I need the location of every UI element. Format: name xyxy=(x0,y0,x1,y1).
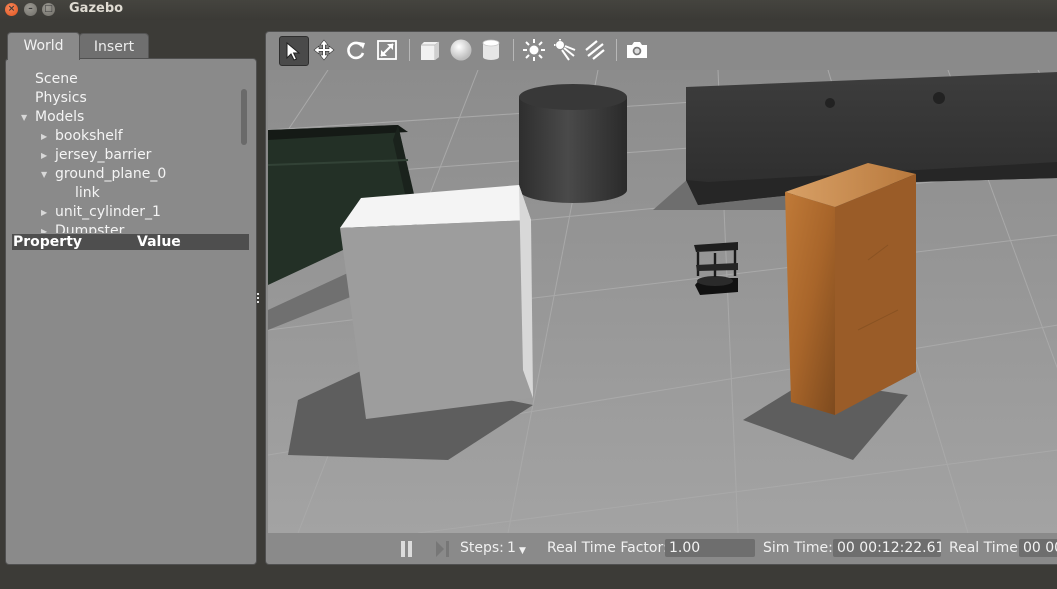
tree-item-physics[interactable]: Physics xyxy=(35,89,87,108)
toolbar xyxy=(266,32,1057,69)
pause-icon[interactable] xyxy=(400,541,414,557)
real-time-factor-label: Real Time Factor: xyxy=(547,540,668,556)
tree-scrollbar[interactable] xyxy=(241,89,247,145)
scene-render[interactable] xyxy=(267,69,1057,534)
expand-right-icon[interactable]: ▶ xyxy=(41,222,47,233)
model-tree: Scene Physics ▼ Models ▶ bookshelf ▶ jer… xyxy=(6,65,242,233)
expand-down-icon[interactable]: ▼ xyxy=(21,108,27,127)
toolbar-separator xyxy=(616,39,617,61)
unit-box-model[interactable] xyxy=(340,185,533,419)
insert-directional-light-button[interactable] xyxy=(581,36,609,64)
insert-box-button[interactable] xyxy=(416,36,444,64)
select-mode-button[interactable] xyxy=(279,36,309,66)
insert-sphere-button[interactable] xyxy=(447,36,475,64)
real-time-label: Real Time: xyxy=(949,540,1023,556)
3d-viewport[interactable] xyxy=(267,69,1057,534)
title-bar: × – □ Gazebo xyxy=(0,0,1057,20)
box-icon xyxy=(421,41,440,60)
real-time-factor-value: 1.00 xyxy=(665,539,755,557)
close-icon: × xyxy=(7,4,16,14)
cylinder-icon xyxy=(482,39,500,60)
tree-item-bookshelf[interactable]: bookshelf xyxy=(55,127,123,146)
expand-right-icon[interactable]: ▶ xyxy=(41,203,47,222)
value-column-header: Value xyxy=(137,234,181,250)
steps-value[interactable]: 1 xyxy=(507,540,516,557)
tree-item-scene[interactable]: Scene xyxy=(35,70,78,89)
tree-item-ground-plane[interactable]: ground_plane_0 xyxy=(55,165,166,184)
unit-cylinder-model[interactable] xyxy=(519,84,627,203)
tree-item-unit-cylinder[interactable]: unit_cylinder_1 xyxy=(55,203,161,222)
tab-insert[interactable]: Insert xyxy=(79,33,149,59)
translate-mode-button[interactable] xyxy=(310,36,338,64)
maximize-icon: □ xyxy=(44,4,53,14)
tab-world[interactable]: World xyxy=(7,32,80,60)
expand-down-icon[interactable]: ▼ xyxy=(41,165,47,184)
arrow-select-icon xyxy=(286,41,301,61)
sphere-icon xyxy=(450,39,472,61)
close-window-button[interactable]: × xyxy=(5,3,18,16)
insert-cylinder-button[interactable] xyxy=(477,36,505,64)
rotate-icon xyxy=(347,41,365,60)
render-panel: Steps: 1 ▼ Real Time Factor: 1.00 Sim Ti… xyxy=(265,31,1057,565)
bookshelf-model[interactable] xyxy=(785,163,916,415)
point-light-icon xyxy=(523,39,545,61)
real-time-value: 00 00 xyxy=(1019,539,1057,557)
minimize-icon: – xyxy=(28,4,33,14)
translate-icon xyxy=(313,39,335,61)
maximize-window-button[interactable]: □ xyxy=(42,3,55,16)
panel-splitter-handle[interactable] xyxy=(257,293,263,303)
tree-item-dumpster[interactable]: Dumpster xyxy=(55,222,124,233)
step-forward-icon[interactable] xyxy=(435,541,451,557)
scale-icon xyxy=(377,40,397,60)
property-column-header: Property xyxy=(13,234,83,250)
steps-label: Steps: xyxy=(460,540,504,556)
directional-light-icon xyxy=(585,40,605,60)
status-bar: Steps: 1 ▼ Real Time Factor: 1.00 Sim Ti… xyxy=(266,533,1057,564)
insert-point-light-button[interactable] xyxy=(520,36,548,64)
minimize-window-button[interactable]: – xyxy=(24,3,37,16)
tree-item-models[interactable]: Models xyxy=(35,108,84,127)
property-header: Property Value xyxy=(12,234,249,250)
screenshot-button[interactable] xyxy=(623,36,651,64)
toolbar-separator xyxy=(513,39,514,61)
tree-item-jersey-barrier[interactable]: jersey_barrier xyxy=(55,146,151,165)
tree-item-link[interactable]: link xyxy=(75,184,100,203)
expand-right-icon[interactable]: ▶ xyxy=(41,127,47,146)
spot-light-icon xyxy=(554,39,576,61)
rotate-mode-button[interactable] xyxy=(342,36,370,64)
window-title: Gazebo xyxy=(69,1,124,16)
expand-right-icon[interactable]: ▶ xyxy=(41,146,47,165)
sim-time-value: 00 00:12:22.610 xyxy=(833,539,941,557)
steps-dropdown-icon[interactable]: ▼ xyxy=(519,543,526,560)
toolbar-separator xyxy=(409,39,410,61)
world-panel: Scene Physics ▼ Models ▶ bookshelf ▶ jer… xyxy=(5,58,257,565)
insert-spot-light-button[interactable] xyxy=(551,36,579,64)
sim-time-label: Sim Time: xyxy=(763,540,833,556)
scale-mode-button[interactable] xyxy=(373,36,401,64)
turtlebot-model[interactable] xyxy=(694,242,738,295)
camera-icon xyxy=(627,42,647,58)
